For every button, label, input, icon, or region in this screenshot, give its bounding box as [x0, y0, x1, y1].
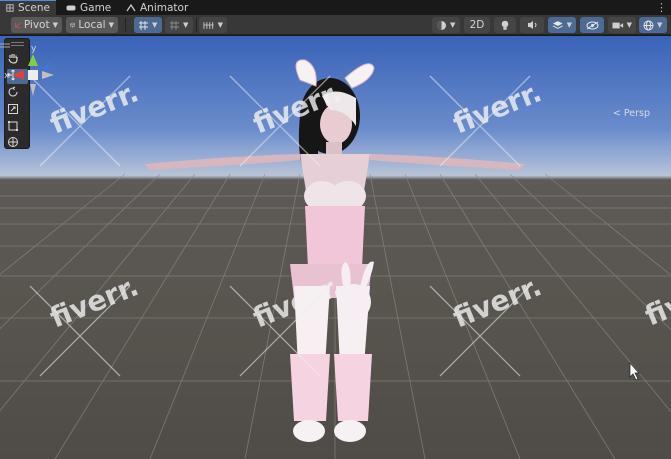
gizmo-neg-x-cone[interactable]: [42, 71, 54, 79]
toolbar-divider: [196, 18, 197, 32]
gizmo-neg-y-cone[interactable]: [30, 84, 36, 96]
chevron-down-icon: ▼: [657, 21, 663, 29]
chevron-down-icon: ▼: [108, 21, 114, 29]
chevron-down-icon: ▼: [152, 21, 158, 29]
scene-render: fiverr. fiverr. fiverr. fiverr. fiverr. …: [0, 59, 671, 459]
increment-snapping-toggle[interactable]: ▼: [165, 17, 193, 33]
gizmo-x-axis-cone[interactable]: [12, 70, 24, 80]
local-label: Local: [78, 19, 106, 31]
tab-game-label: Game: [80, 1, 112, 14]
watermark-text: fiverr.: [45, 269, 143, 334]
orientation-gizmo[interactable]: y x: [0, 40, 72, 120]
tab-animator-label: Animator: [140, 1, 189, 14]
gizmo-center-cube[interactable]: [28, 70, 38, 80]
chevron-down-icon: ▼: [183, 21, 189, 29]
ruler-toggle[interactable]: ▼: [199, 17, 227, 33]
gizmo-z-axis-cone[interactable]: [42, 60, 52, 71]
pivot-toggle[interactable]: Pivot ▼: [11, 17, 62, 33]
projection-label[interactable]: < Persp: [600, 108, 650, 120]
tab-scene[interactable]: Scene: [0, 0, 56, 15]
more-options-icon[interactable]: ⋮: [656, 0, 667, 15]
transform-icon: [8, 137, 18, 147]
gizmo-y-axis-cone[interactable]: [28, 54, 38, 66]
watermark-text: fiverr.: [448, 75, 546, 140]
mouse-cursor-icon: [629, 362, 640, 381]
animator-icon: [126, 3, 136, 11]
pivot-icon: [15, 22, 21, 28]
layers-icon: [552, 21, 563, 29]
tab-animator[interactable]: Animator: [120, 0, 194, 15]
grid-snapping-toggle[interactable]: ▼: [134, 17, 162, 33]
window-tab-bar: Scene Game Animator ⋮: [0, 0, 671, 15]
tab-game[interactable]: Game: [60, 0, 117, 15]
gizmo-y-label: y: [31, 44, 37, 54]
ruler-icon: [203, 22, 214, 29]
watermark-text: fiverr.: [448, 269, 546, 334]
rect-transform-icon: [8, 121, 18, 131]
scene-visibility-toggle[interactable]: [580, 17, 604, 33]
gamepad-icon: [66, 5, 76, 10]
chevron-down-icon: ▼: [450, 21, 456, 29]
chevron-down-icon: ▼: [566, 21, 572, 29]
2d-label: 2D: [469, 19, 485, 31]
camera-dropdown[interactable]: ▼: [608, 17, 636, 33]
local-toggle[interactable]: Local ▼: [66, 17, 118, 33]
toolbar-divider: [125, 18, 126, 32]
watermark-text: fiverr.: [640, 267, 671, 332]
pivot-label: Pivot: [23, 19, 50, 31]
grid-icon: [6, 4, 14, 12]
lighting-toggle[interactable]: [494, 17, 516, 33]
draw-mode-dropdown[interactable]: ▼: [432, 17, 460, 33]
gizmo-x-label: x: [4, 71, 10, 81]
tab-scene-label: Scene: [17, 2, 50, 14]
2d-mode-toggle[interactable]: 2D: [464, 17, 490, 33]
shading-mode-icon: [437, 20, 446, 30]
scene-toolbar: Pivot ▼ Local ▼ ▼ ▼ ▼ ▼ 2D ▼ ▼ ▼: [0, 15, 671, 35]
speaker-icon: [527, 21, 536, 29]
eye-slash-icon: [586, 21, 598, 29]
rect-tool-button[interactable]: [7, 120, 28, 135]
grid-snap-icon: [139, 20, 148, 30]
globe-icon: [643, 20, 654, 30]
scene-viewport[interactable]: fiverr. fiverr. fiverr. fiverr. fiverr. …: [0, 36, 671, 459]
chevron-down-icon: ▼: [52, 21, 58, 29]
cube-icon: [70, 22, 76, 28]
camera-icon: [612, 22, 624, 28]
effects-dropdown[interactable]: ▼: [548, 17, 576, 33]
gizmos-dropdown[interactable]: ▼: [639, 17, 667, 33]
transform-tool-button[interactable]: [7, 136, 28, 149]
audio-toggle[interactable]: [520, 17, 544, 33]
chevron-down-icon: ▼: [217, 21, 223, 29]
snap-increment-icon: [170, 20, 179, 30]
lightbulb-icon: [501, 20, 509, 30]
chevron-down-icon: ▼: [626, 21, 632, 29]
